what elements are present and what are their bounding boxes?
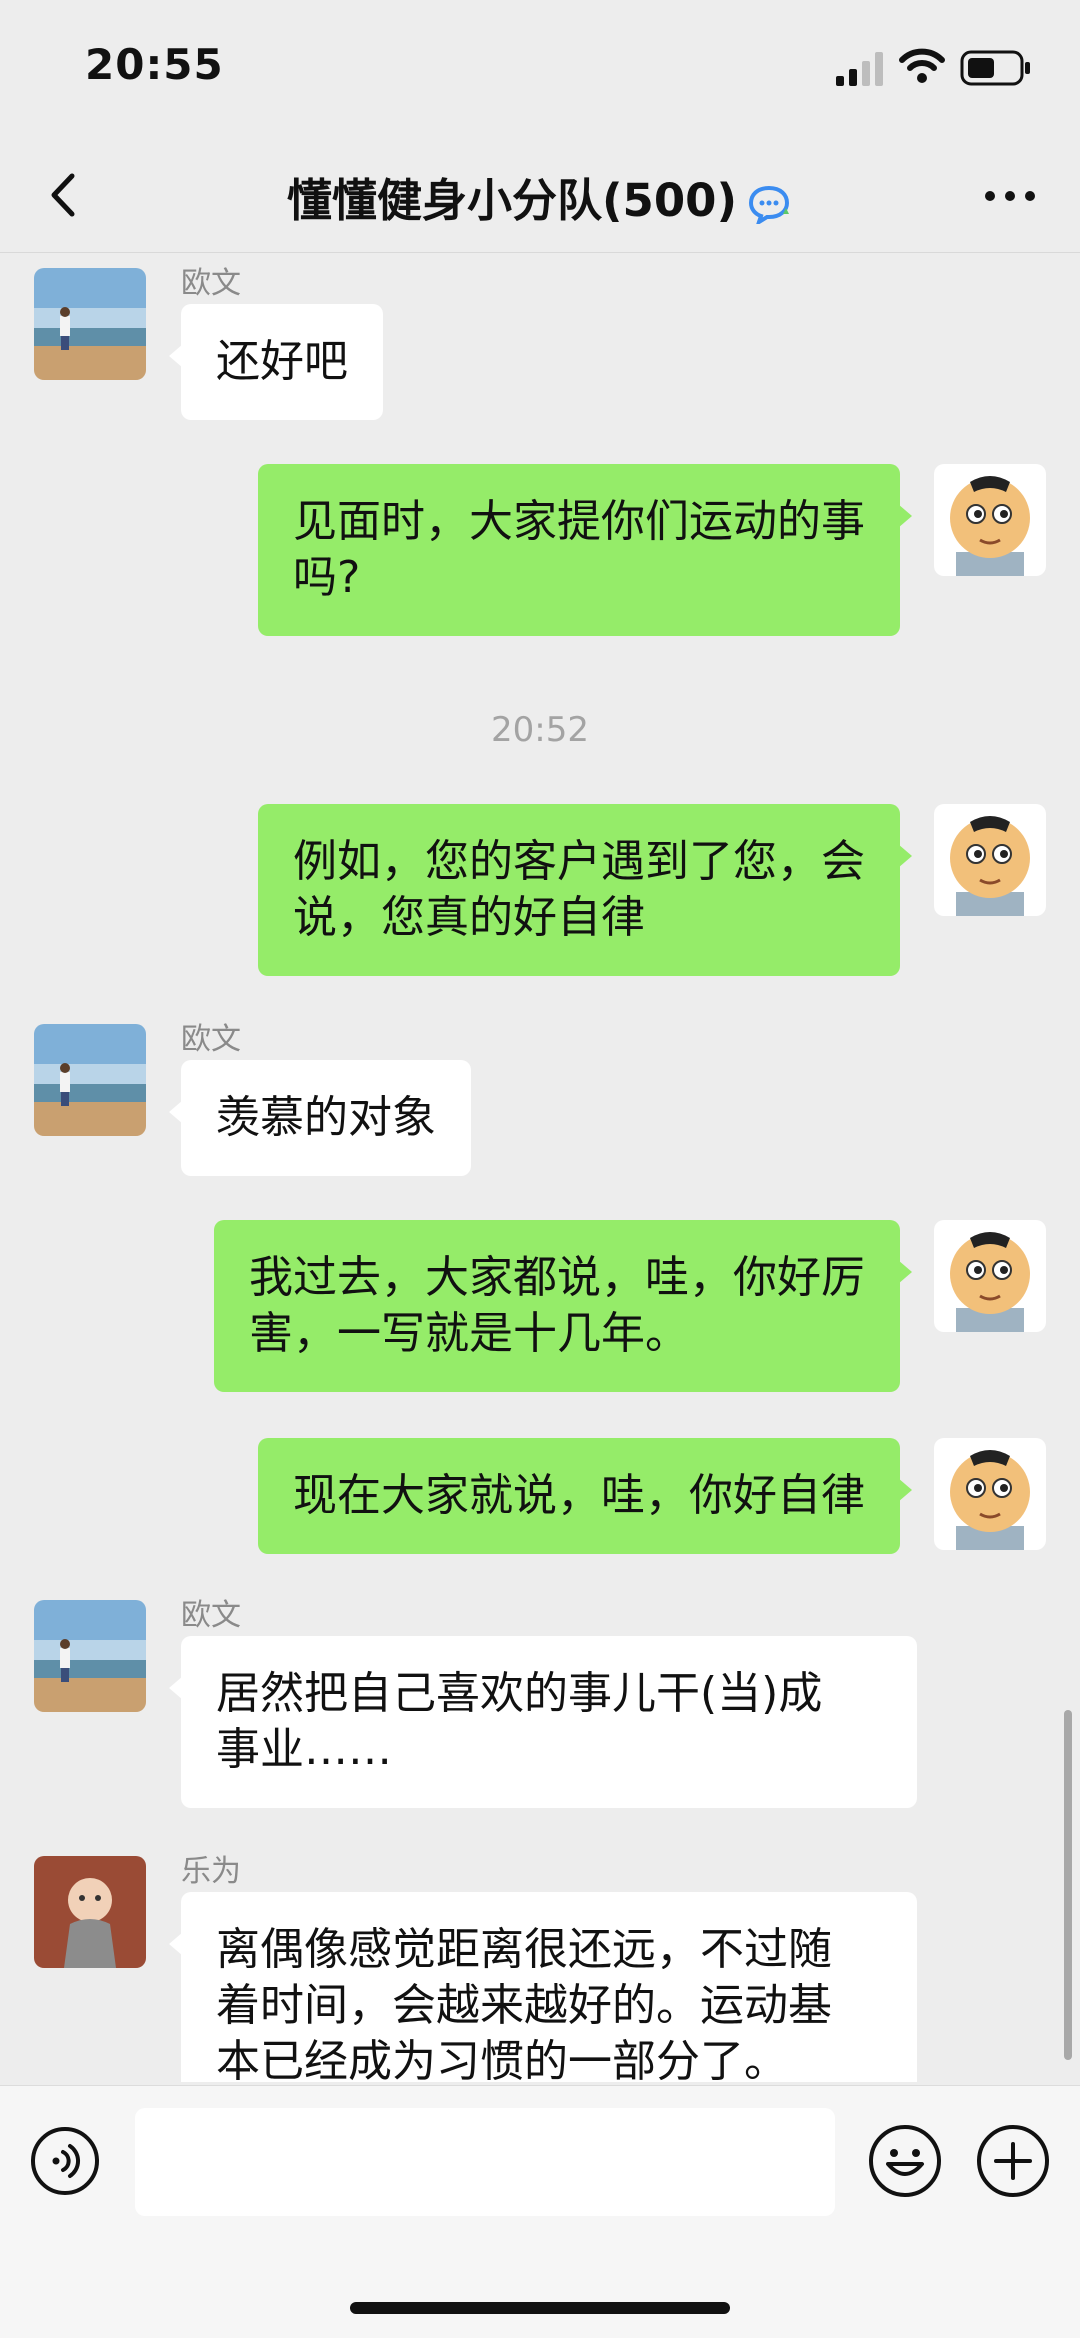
message-text: 我过去，大家都说，哇，你好厉 (249, 1252, 865, 1303)
message-bubble-outgoing[interactable]: 现在大家就说，哇，你好自律 (258, 1438, 912, 1554)
message-text: 例如，您的客户遇到了您，会 (293, 836, 865, 887)
wifi-icon (899, 48, 945, 83)
message-bubble-incoming[interactable]: 还好吧 (169, 304, 383, 420)
sender-name: 欧文 (181, 266, 241, 301)
voice-icon[interactable] (30, 2126, 100, 2196)
signal-icon (836, 52, 883, 86)
status-bar: 20:55 (0, 0, 1080, 140)
message-bubble-incoming[interactable]: 羡慕的对象 (169, 1060, 471, 1176)
avatar-self[interactable] (934, 464, 1046, 576)
message-text: 吗? (293, 552, 361, 603)
plus-icon[interactable] (976, 2124, 1050, 2198)
message-text: 还好吧 (216, 336, 348, 387)
ai-chat-icon[interactable] (747, 184, 793, 224)
message-text: 居然把自己喜欢的事儿干(当)成 (216, 1668, 823, 1719)
more-icon[interactable] (980, 176, 1040, 216)
message-text: 着时间，会越来越好的。运动基 (216, 1980, 832, 2031)
avatar-self[interactable] (934, 804, 1046, 916)
message-bubble-outgoing[interactable]: 见面时，大家提你们运动的事 吗? (258, 464, 912, 636)
message-text: 见面时，大家提你们运动的事 (293, 496, 865, 547)
avatar-ouwen[interactable] (34, 1024, 146, 1136)
message-text: 说，您真的好自律 (293, 892, 645, 943)
avatar-ouwen[interactable] (34, 1600, 146, 1712)
chat-title-text: 懂懂健身小分队(500) (286, 174, 738, 227)
message-text: 事业…… (216, 1724, 392, 1775)
home-indicator (350, 2302, 730, 2314)
scrollbar[interactable] (1064, 1710, 1072, 2060)
message-text: 现在大家就说，哇，你好自律 (293, 1470, 865, 1521)
message-text: 羡慕的对象 (216, 1092, 436, 1143)
chat-title[interactable]: 懂懂健身小分队(500) (0, 164, 1080, 229)
timestamp: 20:52 (491, 710, 589, 750)
message-text: 离偶像感觉距离很还远，不过随 (216, 1924, 832, 1975)
sender-name: 乐为 (181, 1854, 241, 1889)
emoji-icon[interactable] (868, 2124, 942, 2198)
avatar-ouwen[interactable] (34, 268, 146, 380)
message-bubble-outgoing[interactable]: 例如，您的客户遇到了您，会 说，您真的好自律 (258, 804, 912, 976)
chat-header: 懂懂健身小分队(500) (0, 140, 1080, 253)
clock: 20:55 (85, 40, 224, 89)
message-input[interactable] (135, 2108, 835, 2216)
sender-name: 欧文 (181, 1598, 241, 1633)
message-text: 害，一写就是十几年。 (249, 1308, 689, 1359)
message-list[interactable]: 欧文 还好吧 见面时，大家提你们运动的事 吗? 20:52 例如，您的客户遇到了… (0, 254, 1080, 2082)
message-text: 本已经成为习惯的一部分了。 (216, 2036, 788, 2082)
message-bubble-incoming[interactable]: 离偶像感觉距离很还远，不过随 着时间，会越来越好的。运动基 本已经成为习惯的一部… (169, 1892, 917, 2082)
input-bar (0, 2085, 1080, 2338)
avatar-self[interactable] (934, 1438, 1046, 1550)
avatar-self[interactable] (934, 1220, 1046, 1332)
avatar-lewei[interactable] (34, 1856, 146, 1968)
battery-icon (960, 50, 1030, 86)
message-bubble-outgoing[interactable]: 我过去，大家都说，哇，你好厉 害，一写就是十几年。 (214, 1220, 912, 1392)
sender-name: 欧文 (181, 1022, 241, 1057)
message-bubble-incoming[interactable]: 居然把自己喜欢的事儿干(当)成 事业…… (169, 1636, 917, 1808)
